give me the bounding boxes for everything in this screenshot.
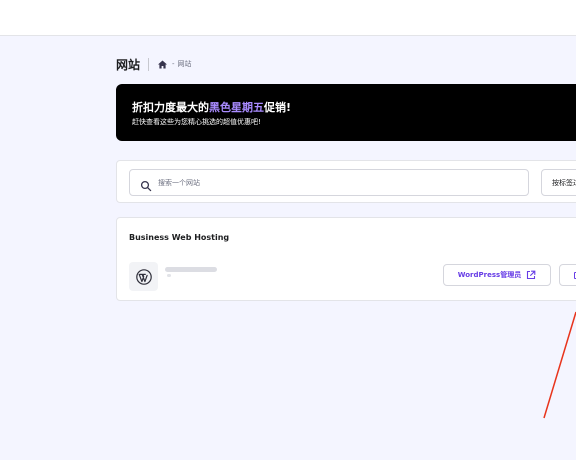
filter-by-tag-dropdown[interactable]: 按标签过: [541, 169, 576, 196]
search-placeholder: 搜索一个网站: [158, 179, 200, 187]
site-domain-redacted[interactable]: [165, 267, 217, 272]
promo-title-highlight: 黑色星期五: [209, 101, 264, 114]
manage-button[interactable]: [559, 264, 576, 286]
wordpress-icon: [129, 262, 158, 291]
breadcrumb-separator: -: [172, 60, 175, 68]
search-icon: [140, 177, 152, 192]
promo-subtitle: 赶快查看这些为您精心挑选的超值优惠吧!: [132, 118, 261, 126]
wordpress-admin-label: WordPress管理员: [457, 271, 522, 279]
search-card: 搜索一个网站 按标签过: [116, 160, 576, 203]
page-header: 网站 - 网站: [116, 56, 192, 72]
hosting-plan-title: Business Web Hosting: [129, 233, 230, 242]
promo-title: 折扣力度最大的黑色星期五促销!: [132, 101, 292, 114]
page-title: 网站: [116, 57, 141, 72]
breadcrumb-current: 网站: [177, 60, 192, 68]
title-divider: [148, 57, 150, 71]
filter-by-tag-label: 按标签过: [552, 179, 576, 187]
top-navigation-bar: [0, 0, 576, 36]
black-friday-promo-banner[interactable]: 折扣力度最大的黑色星期五促销! 赶快查看这些为您精心挑选的超值优惠吧!: [116, 84, 576, 141]
home-icon[interactable]: [157, 59, 168, 70]
site-domain-redacted-secondary: [167, 274, 171, 277]
wordpress-admin-button[interactable]: WordPress管理员: [443, 264, 551, 286]
hosting-plan-card: Business Web Hosting WordPress管理员: [116, 217, 576, 301]
external-link-icon: [527, 270, 536, 280]
website-search-input[interactable]: 搜索一个网站: [129, 169, 529, 196]
